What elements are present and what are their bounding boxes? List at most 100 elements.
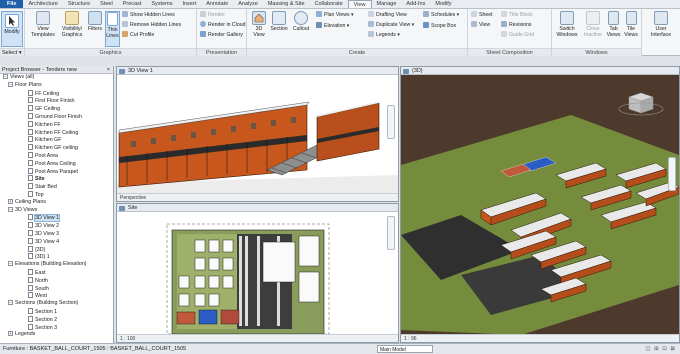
- guide-grid-button[interactable]: Guide Grid: [501, 31, 534, 39]
- browser-view-item[interactable]: GF Ceiling: [0, 105, 113, 113]
- tab-massing-site[interactable]: Massing & Site: [263, 0, 310, 8]
- switch-windows-button[interactable]: Switch Windows: [555, 11, 579, 38]
- view-templates-button[interactable]: View Templates: [29, 11, 57, 38]
- user-interface-button[interactable]: User Interface: [646, 11, 676, 38]
- sheet-button[interactable]: Sheet: [471, 11, 493, 19]
- render-gallery-button[interactable]: Render Gallery: [200, 31, 243, 39]
- visibility-graphics-button[interactable]: Visibility/ Graphics: [59, 11, 85, 38]
- browser-view-item[interactable]: Pool Area: [0, 151, 113, 160]
- browser-category-item[interactable]: + Legends: [0, 331, 113, 339]
- scope-box-button[interactable]: Scope Box: [423, 22, 456, 30]
- browser-view-item[interactable]: Pool Area Parapet: [0, 167, 113, 176]
- collapse-icon[interactable]: −: [8, 261, 13, 267]
- close-inactive-button[interactable]: Close Inactive: [582, 11, 604, 38]
- browser-category-item[interactable]: − Elevations (Building Elevation): [0, 261, 113, 269]
- title-block-button[interactable]: Title Block: [501, 11, 533, 19]
- tab-annotate[interactable]: Annotate: [201, 0, 233, 8]
- view-scale[interactable]: Perspective: [120, 195, 146, 201]
- revisions-button[interactable]: Revisions: [501, 21, 532, 29]
- legends-button[interactable]: Legends ▾: [368, 31, 400, 39]
- tab-views-button[interactable]: Tab Views: [606, 11, 621, 38]
- browser-view-item[interactable]: Stair Bed: [0, 183, 113, 191]
- plan-views-button[interactable]: Plan Views ▾: [316, 11, 354, 19]
- browser-view-item[interactable]: 3D View 2: [0, 222, 113, 230]
- browser-view-item[interactable]: Section 3: [0, 323, 113, 332]
- view-window-3d-view-1[interactable]: 3D View 1 Perspective: [116, 66, 399, 202]
- thin-lines-button[interactable]: Thin Lines: [105, 11, 120, 47]
- browser-view-item[interactable]: First Floor Finish: [0, 97, 113, 105]
- browser-view-item[interactable]: Section 2: [0, 315, 113, 324]
- render-button[interactable]: Render: [200, 11, 225, 19]
- collapse-icon[interactable]: −: [3, 74, 8, 79]
- modify-button[interactable]: Modify: [1, 11, 23, 47]
- browser-view-item[interactable]: Top: [0, 190, 113, 199]
- browser-view-item[interactable]: West: [0, 292, 113, 300]
- workset-model-dropdown[interactable]: Main Model: [377, 345, 433, 353]
- browser-category-item[interactable]: + Ceiling Plans: [0, 198, 113, 207]
- browser-view-item[interactable]: East: [0, 268, 113, 277]
- browser-view-item[interactable]: 3D View 1: [0, 214, 113, 223]
- tab-add-ins[interactable]: Add-Ins: [401, 0, 430, 8]
- browser-view-item[interactable]: 3D View 3: [0, 229, 113, 238]
- browser-view-item[interactable]: Ground Floor Finish: [0, 112, 113, 121]
- tab-collaborate[interactable]: Collaborate: [310, 0, 348, 8]
- collapse-icon[interactable]: −: [8, 206, 13, 212]
- view-scale[interactable]: 1 : 96: [404, 336, 417, 342]
- browser-view-item[interactable]: Kitchen GF ceiling: [0, 144, 113, 152]
- tab-analyze[interactable]: Analyze: [233, 0, 263, 8]
- close-icon[interactable]: ×: [107, 66, 110, 74]
- browser-view-item[interactable]: Kitchen FF: [0, 120, 113, 129]
- callout-button[interactable]: Callout: [291, 11, 311, 32]
- browser-category-item[interactable]: − Floor Plans: [0, 81, 113, 90]
- browser-view-item[interactable]: FF Ceiling: [0, 89, 113, 98]
- expand-icon[interactable]: +: [8, 198, 13, 204]
- tab-file[interactable]: File: [0, 0, 24, 8]
- browser-category-item[interactable]: −3D Views: [0, 206, 113, 215]
- browser-view-item[interactable]: Kitchen GF: [0, 136, 113, 144]
- view-place-button[interactable]: View: [471, 21, 490, 29]
- browser-view-item[interactable]: Pool Area Ceiling: [0, 159, 113, 168]
- remove-hidden-lines-button[interactable]: Remove Hidden Lines: [122, 21, 181, 29]
- navigation-bar[interactable]: [387, 105, 395, 139]
- collapse-icon[interactable]: −: [8, 300, 13, 306]
- collapse-icon[interactable]: −: [8, 81, 13, 87]
- browser-category-item[interactable]: − Sections (Building Section): [0, 300, 113, 308]
- navigation-bar[interactable]: [387, 216, 395, 250]
- view-window-default-3d[interactable]: {3D} 1: 96: [400, 66, 680, 343]
- browser-view-item[interactable]: {3D} 1: [0, 253, 113, 261]
- schedules-button[interactable]: Schedules ▾: [423, 11, 459, 19]
- browser-view-item[interactable]: Section 1: [0, 307, 113, 316]
- tab-architecture[interactable]: Architecture: [23, 0, 62, 8]
- tile-views-button[interactable]: Tile Views: [623, 11, 639, 38]
- view-window-site[interactable]: Site 1 : 100: [116, 203, 399, 343]
- select-dropdown[interactable]: Select ▾: [0, 48, 25, 56]
- tab-precast[interactable]: Precast: [118, 0, 147, 8]
- browser-view-item[interactable]: Site: [0, 175, 113, 183]
- elevation-button[interactable]: Elevation ▾: [316, 22, 349, 30]
- tab-steel[interactable]: Steel: [95, 0, 118, 8]
- filters-button[interactable]: Filters: [86, 11, 104, 32]
- status-bar-icons[interactable]: ◫ ⊞ ⊡ ⊠: [645, 344, 676, 354]
- tab-structure[interactable]: Structure: [63, 0, 95, 8]
- render-in-cloud-button[interactable]: Render in Cloud: [200, 21, 246, 29]
- tab-insert[interactable]: Insert: [177, 0, 201, 8]
- browser-view-item[interactable]: North: [0, 276, 113, 285]
- section-button[interactable]: Section: [269, 11, 289, 32]
- show-hidden-lines-button[interactable]: Show Hidden Lines: [122, 11, 175, 19]
- duplicate-view-button[interactable]: Duplicate View ▾: [368, 21, 414, 29]
- 3d-view-button[interactable]: 3D View: [250, 11, 268, 38]
- tab-view[interactable]: View: [347, 0, 372, 8]
- view-scale[interactable]: 1 : 100: [120, 336, 135, 342]
- tab-manage[interactable]: Manage: [372, 0, 402, 8]
- tab-systems[interactable]: Systems: [146, 0, 177, 8]
- browser-view-item[interactable]: South: [0, 284, 113, 293]
- navigation-bar[interactable]: [668, 157, 676, 191]
- drafting-view-button[interactable]: Drafting View: [368, 11, 407, 19]
- expand-icon[interactable]: +: [8, 331, 13, 337]
- tab-modify[interactable]: Modify: [430, 0, 456, 8]
- cut-profile-button[interactable]: Cut Profile: [122, 31, 154, 39]
- browser-view-item[interactable]: Kitchen FF Ceiling: [0, 128, 113, 137]
- browser-view-item[interactable]: {3D}: [0, 245, 113, 254]
- browser-category-item[interactable]: − Views (all): [0, 74, 113, 82]
- browser-view-item[interactable]: 3D View 4: [0, 237, 113, 246]
